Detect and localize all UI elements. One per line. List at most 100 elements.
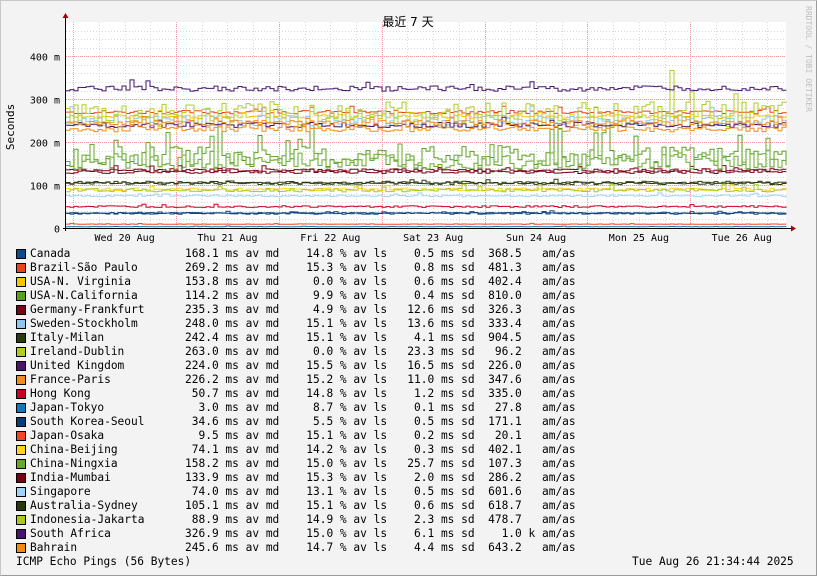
legend-stats: 114.2 ms av md 9.9 % av ls 0.4 ms sd 810…	[185, 289, 576, 302]
legend-series-name: China-Ningxia	[30, 457, 118, 470]
legend-series-name: Japan-Osaka	[30, 429, 105, 442]
legend-series-name: China-Beijing	[30, 443, 118, 456]
legend-swatch	[16, 501, 26, 511]
legend-series-name: South Korea-Seoul	[30, 415, 145, 428]
y-tick-label: 300 m	[30, 96, 60, 107]
legend-series-name: Sweden-Stockholm	[30, 317, 138, 330]
legend-series-name: USA-N. Virginia	[30, 275, 132, 288]
legend-series-name: Japan-Tokyo	[30, 401, 105, 414]
legend-text: Germany-Frankfurt 235.3 ms av md 4.9 % av…	[30, 303, 576, 317]
legend-stats: 133.9 ms av md 15.3 % av ls 2.0 ms sd 28…	[185, 471, 576, 484]
legend-swatch	[16, 389, 26, 399]
legend-text: Sweden-Stockholm 248.0 ms av md 15.1 % av…	[30, 317, 576, 331]
legend-series-name: France-Paris	[30, 373, 111, 386]
legend-stats: 245.6 ms av md 14.7 % av ls 4.4 ms sd 64…	[185, 541, 576, 554]
legend-swatch	[16, 417, 26, 427]
legend-text: USA-N. Virginia 153.8 ms av md 0.0 % av l…	[30, 275, 576, 289]
legend-text: United Kingdom 224.0 ms av md 15.5 % av l…	[30, 359, 576, 373]
legend-swatch	[16, 319, 26, 329]
legend-text: South Korea-Seoul 34.6 ms av md 5.5 % av…	[30, 415, 576, 429]
legend-stats: 235.3 ms av md 4.9 % av ls 12.6 ms sd 32…	[185, 303, 576, 316]
x-tick-label: Sat 23 Aug	[403, 233, 463, 244]
legend-text: Ireland-Dublin 263.0 ms av md 0.0 % av ls…	[30, 345, 576, 359]
legend-swatch	[16, 459, 26, 469]
x-tick-label: Sun 24 Aug	[506, 233, 566, 244]
x-tick-label: Wed 20 Aug	[95, 233, 155, 244]
legend-swatch	[16, 263, 26, 273]
x-axis-arrow	[791, 225, 796, 232]
legend-text: Australia-Sydney 105.1 ms av md 15.1 % av…	[30, 499, 576, 513]
y-axis-arrow	[62, 13, 69, 18]
legend-series-name: Ireland-Dublin	[30, 345, 125, 358]
legend-series-name: Indonesia-Jakarta	[30, 513, 145, 526]
x-tick-label: Tue 26 Aug	[712, 233, 772, 244]
legend-text: Japan-Osaka 9.5 ms av md 15.1 % av ls 0.…	[30, 429, 576, 443]
y-axis-label: Seconds	[4, 104, 17, 150]
legend-stats: 263.0 ms av md 0.0 % av ls 23.3 ms sd 96…	[185, 345, 576, 358]
legend-text: China-Beijing 74.1 ms av md 14.2 % av ls…	[30, 443, 576, 457]
legend-stats: 326.9 ms av md 15.0 % av ls 6.1 ms sd 1.…	[185, 527, 576, 540]
legend-swatch	[16, 249, 26, 259]
legend-text: Italy-Milan 242.4 ms av md 15.1 % av ls 4…	[30, 331, 576, 345]
legend-stats: 88.9 ms av md 14.9 % av ls 2.3 ms sd 478…	[185, 513, 576, 526]
chart-title: 最近 7 天	[382, 15, 433, 29]
y-tick-label: 0	[54, 225, 60, 236]
legend-text: India-Mumbai 133.9 ms av md 15.3 % av ls …	[30, 471, 576, 485]
legend-swatch	[16, 445, 26, 455]
legend-swatch	[16, 473, 26, 483]
legend-stats: 34.6 ms av md 5.5 % av ls 0.5 ms sd 171.…	[185, 415, 576, 428]
legend-swatch	[16, 431, 26, 441]
legend-swatch	[16, 333, 26, 343]
footer-timestamp: Tue Aug 26 21:34:44 2025	[632, 555, 794, 568]
legend-text: Bahrain 245.6 ms av md 14.7 % av ls 4.4 m…	[30, 541, 576, 555]
legend-series-name: Australia-Sydney	[30, 499, 138, 512]
y-tick-label: 200 m	[30, 139, 60, 150]
legend-swatch	[16, 277, 26, 287]
legend-swatch	[16, 529, 26, 539]
legend-stats: 9.5 ms av md 15.1 % av ls 0.2 ms sd 20.1…	[185, 429, 576, 442]
legend-stats: 158.2 ms av md 15.0 % av ls 25.7 ms sd 1…	[185, 457, 576, 470]
legend-stats: 74.0 ms av md 13.1 % av ls 0.5 ms sd 601…	[185, 485, 576, 498]
legend-text: Canada 168.1 ms av md 14.8 % av ls 0.5 ms…	[30, 247, 576, 261]
legend-series-name: Singapore	[30, 485, 91, 498]
legend-series-name: Hong Kong	[30, 387, 91, 400]
legend-stats: 3.0 ms av md 8.7 % av ls 0.1 ms sd 27.8 …	[185, 401, 576, 414]
legend-swatch	[16, 291, 26, 301]
x-tick-label: Fri 22 Aug	[300, 233, 360, 244]
rrdtool-watermark: RRDTOOL / TOBI OETIKER	[804, 6, 813, 112]
legend-stats: 153.8 ms av md 0.0 % av ls 0.6 ms sd 402…	[185, 275, 576, 288]
legend-series-name: USA-N.California	[30, 289, 138, 302]
legend-series-name: Germany-Frankfurt	[30, 303, 145, 316]
legend-stats: 242.4 ms av md 15.1 % av ls 4.1 ms sd 90…	[185, 331, 576, 344]
legend-text: South Africa 326.9 ms av md 15.0 % av ls …	[30, 527, 576, 541]
legend-stats: 269.2 ms av md 15.3 % av ls 0.8 ms sd 48…	[185, 261, 576, 274]
x-tick-label: Thu 21 Aug	[197, 233, 257, 244]
x-tick-label: Mon 25 Aug	[609, 233, 669, 244]
legend-stats: 224.0 ms av md 15.5 % av ls 16.5 ms sd 2…	[185, 359, 576, 372]
legend-text: France-Paris 226.2 ms av md 15.2 % av ls …	[30, 373, 576, 387]
legend-series-name: Brazil-São Paulo	[30, 261, 138, 274]
legend-text: Brazil-São Paulo 269.2 ms av md 15.3 % av…	[30, 261, 576, 275]
legend-series-name: Italy-Milan	[30, 331, 105, 344]
y-tick-label: 400 m	[30, 53, 60, 64]
legend-series-name: South Africa	[30, 527, 111, 540]
legend-swatch	[16, 543, 26, 553]
y-tick-label: 100 m	[30, 182, 60, 193]
legend-series-name: India-Mumbai	[30, 471, 111, 484]
legend-stats: 105.1 ms av md 15.1 % av ls 0.6 ms sd 61…	[185, 499, 576, 512]
legend-series-name: United Kingdom	[30, 359, 125, 372]
footer-description: ICMP Echo Pings (56 Bytes)	[16, 555, 192, 568]
legend-series-name: Canada	[30, 247, 71, 260]
legend-stats: 50.7 ms av md 14.8 % av ls 1.2 ms sd 335…	[185, 387, 576, 400]
legend-series-name: Bahrain	[30, 541, 78, 554]
legend-text: Singapore 74.0 ms av md 13.1 % av ls 0.5…	[30, 485, 576, 499]
legend-stats: 226.2 ms av md 15.2 % av ls 11.0 ms sd 3…	[185, 373, 576, 386]
legend-swatch	[16, 347, 26, 357]
legend-swatch	[16, 487, 26, 497]
legend-text: China-Ningxia 158.2 ms av md 15.0 % av ls…	[30, 457, 576, 471]
legend-text: Indonesia-Jakarta 88.9 ms av md 14.9 % a…	[30, 513, 576, 527]
legend-swatch	[16, 305, 26, 315]
legend-swatch	[16, 403, 26, 413]
legend-text: Hong Kong 50.7 ms av md 14.8 % av ls 1.2…	[30, 387, 576, 401]
legend-text: Japan-Tokyo 3.0 ms av md 8.7 % av ls 0.1…	[30, 401, 576, 415]
